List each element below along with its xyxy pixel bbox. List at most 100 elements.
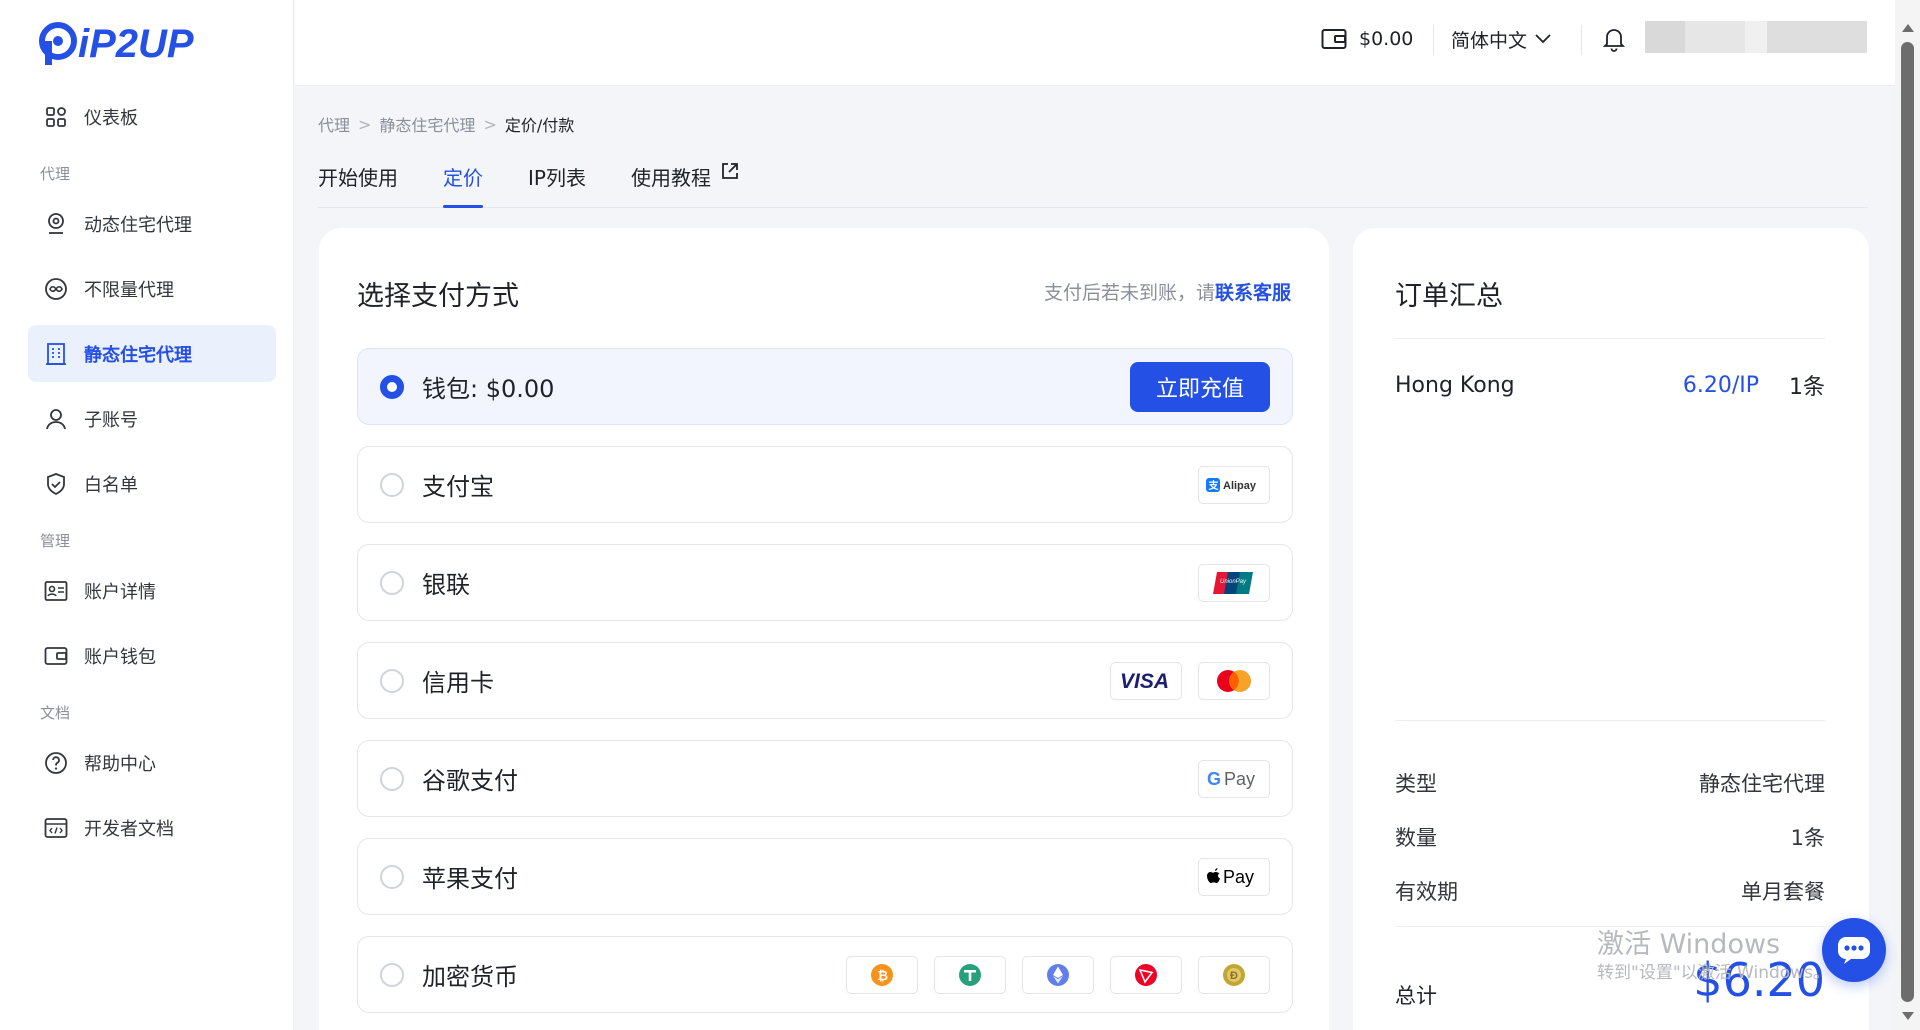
- sidebar-item[interactable]: 静态住宅代理: [28, 325, 276, 382]
- sidebar-item[interactable]: 动态住宅代理: [28, 195, 276, 252]
- sidebar-item[interactable]: 子账号: [28, 390, 276, 447]
- dashboard-icon: [44, 105, 68, 129]
- scroll-thumb[interactable]: [1901, 42, 1914, 1002]
- language-label: 简体中文: [1451, 29, 1528, 52]
- payment-badges: 支 Alipay: [1198, 466, 1270, 504]
- radio-button[interactable]: [380, 767, 404, 791]
- radio-button[interactable]: [380, 473, 404, 497]
- gpay-icon: G Pay: [1198, 760, 1270, 798]
- payment-badges: UnionPay: [1198, 564, 1270, 602]
- order-row-validity: 有效期 单月套餐: [1395, 876, 1825, 906]
- order-row-quantity: 数量 1条: [1395, 822, 1825, 852]
- svg-text:Pay: Pay: [1224, 769, 1255, 789]
- order-summary-card: 订单汇总 Hong Kong 6.20/IP 1条 类型 静态住宅代理 数量 1…: [1353, 228, 1869, 1030]
- sidebar-item-label: 账户钱包: [84, 646, 156, 668]
- windows-activation-watermark: 激活 Windows: [1597, 929, 1781, 960]
- payment-option[interactable]: 加密货币 ₿ Ð: [357, 936, 1293, 1013]
- tab[interactable]: 使用教程: [631, 160, 739, 208]
- recharge-button[interactable]: 立即充值: [1130, 362, 1270, 412]
- tab[interactable]: 定价: [443, 160, 483, 208]
- divider: [1395, 720, 1825, 721]
- contact-support-link[interactable]: 联系客服: [1215, 282, 1291, 304]
- tether-icon: [934, 956, 1006, 994]
- payment-option[interactable]: 银联 UnionPay: [357, 544, 1293, 621]
- payment-badges: G Pay: [1198, 760, 1270, 798]
- bitcoin-icon: ₿: [846, 956, 918, 994]
- location-pin-icon: [44, 212, 68, 236]
- sidebar-item[interactable]: 账户详情: [28, 562, 276, 619]
- radio-button[interactable]: [380, 571, 404, 595]
- order-row-label: 类型: [1395, 772, 1437, 796]
- sidebar-item[interactable]: 开发者文档: [28, 799, 276, 856]
- radio-button[interactable]: [380, 963, 404, 987]
- sidebar-section-label: 文档: [40, 703, 71, 722]
- windows-activation-subtext: 转到"设置"以激活 Windows。: [1597, 963, 1830, 983]
- payment-option-label: 钱包: $0.00: [422, 375, 555, 403]
- tab[interactable]: 开始使用: [318, 160, 398, 208]
- header-wallet[interactable]: $0.00: [1321, 24, 1413, 54]
- svg-text:Pay: Pay: [1223, 867, 1254, 887]
- payment-option[interactable]: 钱包: $0.00 立即充值: [357, 348, 1293, 425]
- total-label: 总计: [1395, 984, 1437, 1008]
- logo[interactable]: iP2UP: [38, 18, 214, 68]
- sidebar-item-label: 动态住宅代理: [84, 214, 192, 236]
- radio-button[interactable]: [380, 669, 404, 693]
- payment-option[interactable]: 谷歌支付 G Pay: [357, 740, 1293, 817]
- user-icon: [44, 407, 68, 431]
- chat-support-button[interactable]: [1822, 918, 1886, 982]
- payment-option-label: 信用卡: [422, 669, 494, 697]
- sidebar-item[interactable]: 白名单: [28, 455, 276, 512]
- order-item-name: Hong Kong: [1395, 372, 1515, 398]
- radio-button[interactable]: [380, 865, 404, 889]
- svg-text:Alipay: Alipay: [1223, 480, 1257, 492]
- payment-badges: Pay: [1198, 858, 1270, 896]
- breadcrumb-separator: >: [483, 114, 497, 134]
- building-icon: [44, 342, 68, 366]
- logo-text: iP2UP: [78, 22, 194, 66]
- wallet-icon: [44, 644, 68, 668]
- svg-text:G: G: [1207, 769, 1221, 789]
- sidebar: iP2UP 仪表板 代理 动态住宅代理 不限量代理 静态住宅代理 子账号 白名单 管理 账户详情…: [0, 0, 294, 1030]
- tab[interactable]: IP列表: [528, 160, 586, 208]
- id-card-icon: [44, 579, 68, 603]
- breadcrumb-item: 定价/付款: [504, 116, 575, 135]
- language-selector[interactable]: 简体中文: [1451, 24, 1551, 54]
- payment-option[interactable]: 信用卡 VISA: [357, 642, 1293, 719]
- sidebar-item[interactable]: 不限量代理: [28, 260, 276, 317]
- sidebar-item[interactable]: 账户钱包: [28, 627, 276, 684]
- sidebar-item-label: 帮助中心: [84, 753, 156, 775]
- notification-bell[interactable]: [1599, 24, 1629, 54]
- logo-icon: iP2UP: [39, 22, 194, 66]
- sidebar-item-label: 开发者文档: [84, 818, 174, 840]
- scroll-down-arrow[interactable]: [1902, 1012, 1914, 1020]
- divider: [1395, 338, 1825, 339]
- order-item-row: Hong Kong 6.20/IP 1条: [1395, 370, 1825, 401]
- wallet-icon: [1321, 28, 1347, 50]
- external-link-icon: [721, 162, 739, 180]
- applepay-icon: Pay: [1198, 858, 1270, 896]
- breadcrumb-separator: >: [358, 114, 372, 134]
- sidebar-item-label: 白名单: [84, 474, 138, 496]
- sidebar-item[interactable]: 帮助中心: [28, 734, 276, 791]
- dogecoin-icon: Ð: [1198, 956, 1270, 994]
- payment-option[interactable]: 苹果支付 Pay: [357, 838, 1293, 915]
- sidebar-nav: 仪表板 代理 动态住宅代理 不限量代理 静态住宅代理 子账号 白名单 管理 账户详情 账户钱包 文档…: [28, 88, 276, 864]
- order-title: 订单汇总: [1395, 281, 1503, 312]
- chat-icon: [1838, 937, 1870, 964]
- radio-button[interactable]: [380, 375, 404, 399]
- breadcrumb-item[interactable]: 代理: [318, 112, 350, 136]
- svg-text:Ð: Ð: [1230, 970, 1238, 982]
- payment-title: 选择支付方式: [357, 281, 519, 312]
- sidebar-item[interactable]: 仪表板: [28, 88, 276, 145]
- order-item-qty: 1条: [1789, 375, 1825, 400]
- scroll-up-arrow[interactable]: [1902, 24, 1914, 32]
- order-row-label: 有效期: [1395, 880, 1458, 904]
- user-profile-redacted[interactable]: [1645, 21, 1867, 53]
- shield-icon: [44, 472, 68, 496]
- breadcrumb-item[interactable]: 静态住宅代理: [379, 112, 475, 136]
- payment-note: 支付后若未到账，请联系客服: [1044, 278, 1291, 305]
- chevron-down-icon: [1535, 34, 1551, 44]
- page-scrollbar[interactable]: [1895, 0, 1920, 1030]
- payment-option[interactable]: 支付宝 支 Alipay: [357, 446, 1293, 523]
- payment-option-label: 苹果支付: [422, 865, 518, 893]
